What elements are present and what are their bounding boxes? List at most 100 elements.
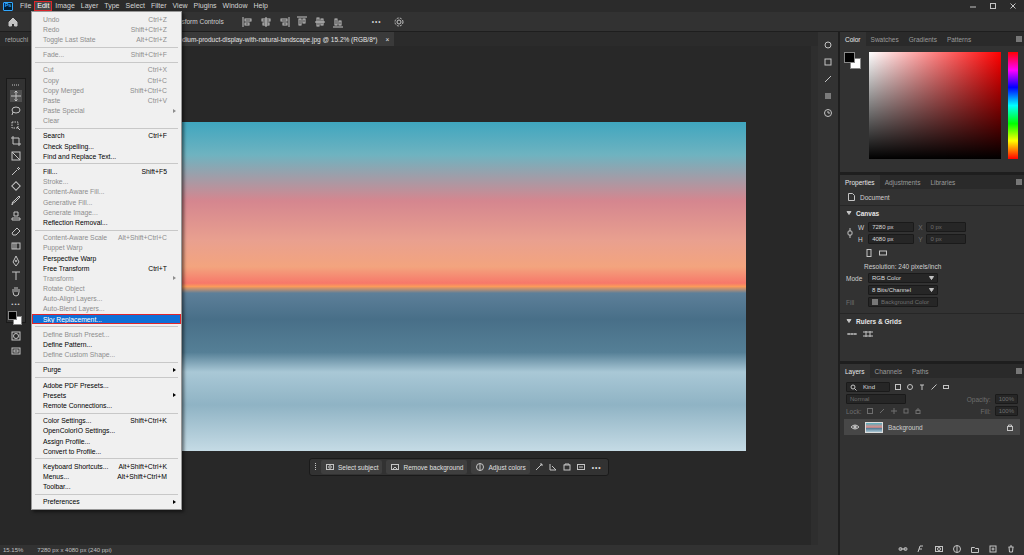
menu-entry[interactable]: SearchCtrl+F	[32, 131, 181, 141]
zoom-level[interactable]: 15.15%	[3, 547, 23, 553]
menu-entry[interactable]: Find and Replace Text...	[32, 151, 181, 161]
object-selection-icon[interactable]	[10, 120, 22, 132]
gear-icon[interactable]	[393, 16, 405, 28]
menu-item[interactable]: View	[170, 1, 191, 11]
menu-entry[interactable]: Adobe PDF Presets...	[32, 380, 181, 390]
menu-entry-label[interactable]: Preferences	[43, 498, 167, 505]
task-bar-button[interactable]: Adjust colors	[471, 460, 529, 474]
layers-panel-tab[interactable]: Layers	[840, 364, 870, 378]
menu-entry[interactable]: Keyboard Shortcuts...Alt+Shift+Ctrl+K	[32, 461, 181, 471]
menu-entry-label[interactable]: Define Pattern...	[43, 341, 167, 348]
menu-entry-label[interactable]: Keyboard Shortcuts...	[43, 463, 108, 470]
panel-menu-icon[interactable]	[1014, 364, 1024, 378]
menu-item[interactable]: Window	[220, 1, 251, 11]
eyedropper-tool-icon[interactable]	[10, 165, 22, 177]
frame-tool-icon[interactable]	[10, 150, 22, 162]
portrait-icon[interactable]	[864, 248, 874, 258]
layer-name[interactable]: Background	[888, 424, 923, 431]
layer-row[interactable]: Background	[844, 419, 1020, 435]
layer-filter-icon[interactable]	[906, 383, 914, 391]
menu-entry-label[interactable]: Find and Replace Text...	[43, 153, 167, 160]
bit-depth-value[interactable]: 8 Bits/Channel	[872, 287, 911, 293]
properties-panel-tab[interactable]: Properties	[840, 175, 880, 189]
eraser-tool-icon[interactable]	[10, 225, 22, 237]
menu-entry-label[interactable]: Presets	[43, 392, 167, 399]
menu-entry[interactable]: Remote Connections...	[32, 400, 181, 410]
home-icon[interactable]	[6, 15, 20, 29]
type-tool-icon[interactable]	[10, 270, 22, 282]
lock-option-icon[interactable]	[878, 407, 886, 415]
color-panel-tab[interactable]: Patterns	[942, 32, 976, 46]
menu-entry-label[interactable]: Search	[43, 132, 138, 139]
layer-filter-icon[interactable]	[942, 383, 950, 391]
menu-entry-label[interactable]: Assign Profile...	[43, 438, 167, 445]
task-tool-icon[interactable]	[576, 462, 586, 472]
menu-item[interactable]: Select	[123, 1, 148, 11]
close-icon[interactable]	[1009, 1, 1017, 11]
menu-entry-label[interactable]: Reflection Removal...	[43, 219, 167, 226]
menu-entry-label[interactable]: Toolbar...	[43, 483, 167, 490]
color-panel-tab[interactable]: Color	[840, 32, 866, 46]
size-field[interactable]: 4080 px	[868, 234, 914, 244]
menu-entry-label[interactable]: Sky Replacement...	[43, 316, 167, 323]
menu-entry-label[interactable]: Fill...	[43, 168, 131, 175]
mode-dropdown[interactable]: RGB Color	[868, 273, 938, 283]
gradient-tool-icon[interactable]	[10, 240, 22, 252]
layer-action-icon[interactable]	[952, 544, 962, 554]
lasso-tool-icon[interactable]	[10, 105, 22, 117]
canvas-section-header[interactable]: Canvas	[840, 205, 1024, 220]
document-tab-title[interactable]: marble-podium-product-display-with-natur…	[153, 36, 377, 43]
menu-entry[interactable]: Color Settings...Shift+Ctrl+K	[32, 416, 181, 426]
menu-item[interactable]: Image	[52, 1, 77, 11]
align-icon[interactable]	[332, 16, 344, 28]
quick-mask-icon[interactable]	[10, 330, 22, 342]
rulers-section-header[interactable]: Rulers & Grids	[840, 313, 1024, 328]
healing-brush-icon[interactable]	[10, 180, 22, 192]
menu-entry[interactable]: Sky Replacement...	[32, 314, 181, 324]
menu-item[interactable]: File	[17, 1, 34, 11]
align-icon[interactable]	[314, 16, 326, 28]
menu-entry[interactable]: Preferences	[32, 497, 181, 507]
menu-entry-label[interactable]: OpenColorIO Settings...	[43, 427, 167, 434]
menu-item[interactable]: Layer	[78, 1, 102, 11]
task-bar-more-button[interactable]: •••	[590, 464, 604, 471]
mode-value[interactable]: RGB Color	[872, 275, 901, 281]
menu-entry[interactable]: Fill...Shift+F5	[32, 166, 181, 176]
foreground-background-swatches[interactable]	[844, 52, 862, 70]
color-panel-tab[interactable]: Gradients	[904, 32, 942, 46]
layer-action-icon[interactable]	[934, 544, 944, 554]
align-icon[interactable]	[260, 16, 272, 28]
menu-entry[interactable]: Reflection Removal...	[32, 217, 181, 227]
panel-shortcut-icon[interactable]	[823, 91, 833, 101]
rulers-section-title[interactable]: Rulers & Grids	[856, 318, 902, 325]
layer-action-icon[interactable]	[898, 544, 908, 554]
collapse-arrow-icon[interactable]	[846, 318, 852, 324]
menu-item[interactable]: Type	[101, 1, 122, 11]
color-field[interactable]	[869, 52, 1001, 159]
layer-action-icon[interactable]	[970, 544, 980, 554]
task-bar-button[interactable]: Select subject	[321, 460, 382, 474]
color-panel-tab[interactable]: Swatches	[866, 32, 904, 46]
menu-entry-label[interactable]: Convert to Profile...	[43, 448, 167, 455]
hue-slider[interactable]	[1008, 52, 1018, 159]
menu-entry[interactable]: Define Pattern...	[32, 339, 181, 349]
align-icon[interactable]	[242, 16, 254, 28]
task-bar-label[interactable]: Remove background	[403, 464, 463, 471]
menu-entry-label[interactable]: Free Transform	[43, 265, 138, 272]
panel-menu-icon[interactable]	[1014, 32, 1024, 46]
menu-entry[interactable]: Presets	[32, 390, 181, 400]
menu-item[interactable]: Filter	[148, 1, 170, 11]
toolbar-grip-icon[interactable]	[10, 83, 22, 87]
lock-option-icon[interactable]	[902, 407, 910, 415]
stamp-tool-icon[interactable]	[10, 210, 22, 222]
layer-action-icon[interactable]	[1006, 544, 1016, 554]
hand-tool-icon[interactable]	[10, 285, 22, 297]
panel-menu-icon[interactable]	[1014, 175, 1024, 189]
crop-tool-icon[interactable]	[10, 135, 22, 147]
layer-filter-icon[interactable]	[930, 383, 938, 391]
foreground-color-swatch[interactable]	[8, 311, 17, 320]
layers-panel-tab[interactable]: Paths	[907, 364, 934, 378]
lock-option-icon[interactable]	[914, 407, 922, 415]
task-tool-icon[interactable]	[534, 462, 544, 472]
filter-kind-dropdown[interactable]: Kind	[846, 382, 890, 392]
